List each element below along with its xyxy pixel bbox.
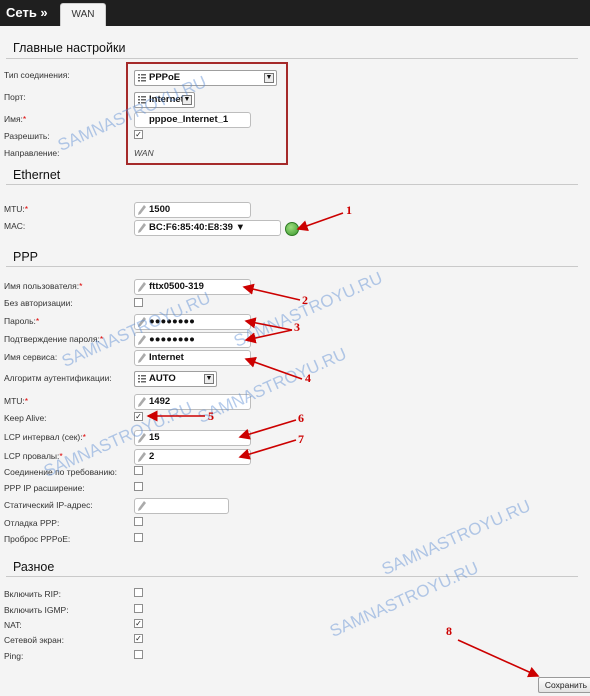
password-label: Пароль:* xyxy=(4,316,39,326)
annotation-number: 7 xyxy=(298,432,304,446)
firewall-label: Сетевой экран: xyxy=(4,635,64,645)
lcp-interval-label: LCP интервал (сек):* xyxy=(4,432,86,442)
password-label-text: Пароль: xyxy=(4,316,36,326)
lcp-fails-input[interactable]: 2 xyxy=(134,449,251,465)
mac-label: MAC: xyxy=(4,221,26,231)
ppp-mtu-value: 1492 xyxy=(149,396,171,407)
pencil-icon xyxy=(138,223,146,233)
nat-checkbox[interactable]: ✓ xyxy=(134,619,143,628)
section-misc-title: Разное xyxy=(13,560,55,574)
debug-checkbox[interactable] xyxy=(134,517,143,526)
divider xyxy=(6,266,578,267)
annotation-number: 6 xyxy=(298,411,304,425)
auth-algo-select[interactable]: AUTO ▼ xyxy=(134,371,217,387)
name-label-text: Имя: xyxy=(4,114,23,124)
lcp-fails-value: 2 xyxy=(149,451,155,462)
required-marker: * xyxy=(24,396,29,406)
ip-ext-label: PPP IP расширение: xyxy=(4,483,85,493)
static-ip-label: Статический IP-адрес: xyxy=(4,500,93,510)
ip-ext-checkbox[interactable] xyxy=(134,482,143,491)
service-input[interactable]: Internet xyxy=(134,350,251,366)
connection-type-label: Тип соединения: xyxy=(4,70,70,80)
mac-input[interactable]: BC:F6:85:40:E8:39 ▼ xyxy=(134,220,281,236)
annotation-number: 3 xyxy=(294,320,300,334)
igmp-label: Включить IGMP: xyxy=(4,605,69,615)
on-demand-checkbox[interactable] xyxy=(134,466,143,475)
annotation-number: 8 xyxy=(446,624,452,638)
name-label: Имя:* xyxy=(4,114,26,124)
required-marker: * xyxy=(22,114,27,124)
eth-mtu-label-text: MTU: xyxy=(4,204,25,214)
username-label: Имя пользователя:* xyxy=(4,281,82,291)
ping-checkbox[interactable] xyxy=(134,650,143,659)
annotation-number: 1 xyxy=(346,203,352,217)
annotation-number: 4 xyxy=(305,371,311,385)
mac-value: BC:F6:85:40:E8:39 xyxy=(149,222,233,233)
firewall-checkbox[interactable]: ✓ xyxy=(134,634,143,643)
ppp-mtu-label: MTU:* xyxy=(4,396,28,406)
pencil-icon xyxy=(138,397,146,407)
keepalive-label: Keep Alive: xyxy=(4,413,47,423)
chevron-down-icon: ▼ xyxy=(235,222,245,233)
service-value: Internet xyxy=(149,352,184,363)
breadcrumb-title[interactable]: Сеть » xyxy=(6,5,48,20)
annotation-arrow-2 xyxy=(242,283,301,301)
watermark-text: SAMNASTROYU.RU xyxy=(230,268,386,351)
igmp-checkbox[interactable] xyxy=(134,604,143,613)
service-label: Имя сервиса: xyxy=(4,352,58,362)
eth-mtu-label: MTU:* xyxy=(4,204,28,214)
static-ip-input[interactable] xyxy=(134,498,229,514)
save-button[interactable]: Сохранить xyxy=(538,677,590,693)
ping-label: Ping: xyxy=(4,651,24,661)
auth-algo-value: AUTO xyxy=(149,373,176,384)
no-auth-checkbox[interactable] xyxy=(134,298,143,307)
list-icon xyxy=(138,375,146,383)
direction-label: Направление: xyxy=(4,148,60,158)
nat-label: NAT: xyxy=(4,620,22,630)
eth-mtu-value: 1500 xyxy=(149,204,171,215)
section-ethernet-title: Ethernet xyxy=(13,168,61,182)
divider xyxy=(6,58,578,59)
debug-label: Отладка PPP: xyxy=(4,518,60,528)
username-value: fttx0500-319 xyxy=(149,281,204,292)
tab-wan[interactable]: WAN xyxy=(60,3,106,26)
ppp-mtu-label-text: MTU: xyxy=(4,396,25,406)
chevron-down-icon: ▼ xyxy=(204,374,214,384)
eth-mtu-input[interactable]: 1500 xyxy=(134,202,251,218)
divider xyxy=(6,576,578,577)
required-marker: * xyxy=(82,432,86,442)
password-confirm-value: ●●●●●●●● xyxy=(149,334,195,345)
refresh-icon[interactable] xyxy=(285,222,299,236)
pencil-icon xyxy=(138,282,146,292)
rip-label: Включить RIP: xyxy=(4,589,62,599)
section-ppp-title: PPP xyxy=(13,250,39,264)
passthrough-checkbox[interactable] xyxy=(134,533,143,542)
pencil-icon xyxy=(138,452,146,462)
no-auth-label: Без авторизации: xyxy=(4,298,73,308)
pencil-icon xyxy=(138,501,146,511)
port-label: Порт: xyxy=(4,92,26,102)
pencil-icon xyxy=(138,205,146,215)
required-marker: * xyxy=(35,316,40,326)
annotation-number: 5 xyxy=(208,409,214,423)
annotation-arrow-1 xyxy=(296,212,344,232)
auth-algo-label: Алгоритм аутентификации: xyxy=(4,373,112,383)
divider xyxy=(6,184,578,185)
username-label-text: Имя пользователя: xyxy=(4,281,80,291)
enable-label: Разрешить: xyxy=(4,131,50,141)
required-marker: * xyxy=(79,281,83,291)
rip-checkbox[interactable] xyxy=(134,588,143,597)
passthrough-label: Проброс PPPoE: xyxy=(4,534,71,544)
lcp-interval-label-text: LCP интервал (сек): xyxy=(4,432,83,442)
required-marker: * xyxy=(24,204,29,214)
pencil-icon xyxy=(138,353,146,363)
annotation-arrow-8 xyxy=(457,639,540,678)
section-main-settings-title: Главные настройки xyxy=(13,41,126,55)
annotation-number: 2 xyxy=(302,293,308,307)
